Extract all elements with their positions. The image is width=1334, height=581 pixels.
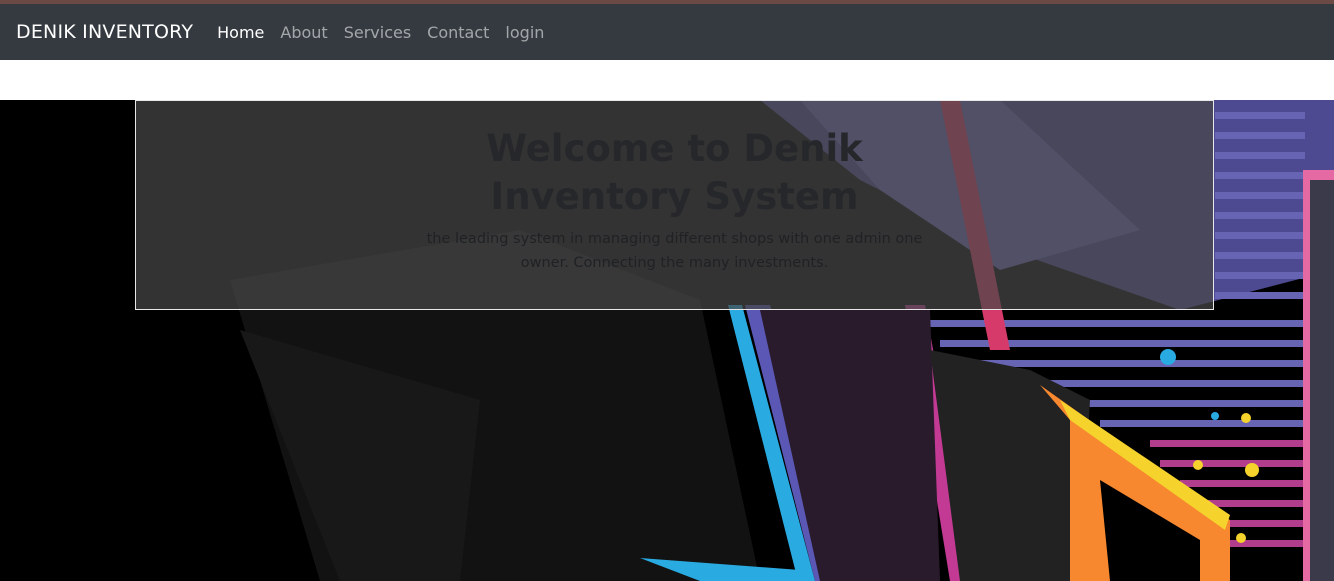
nav-link-home[interactable]: Home [209, 23, 272, 42]
hero-lead-text: the leading system in managing different… [426, 231, 923, 271]
nav-link-login[interactable]: login [497, 23, 552, 42]
navbar-brand[interactable]: DENIK INVENTORY [16, 21, 193, 43]
jumbotron: Welcome to Denik Inventory System the le… [135, 100, 1214, 310]
nav-link-contact[interactable]: Contact [419, 23, 497, 42]
nav-link-about[interactable]: About [272, 23, 335, 42]
nav-link-services[interactable]: Services [336, 23, 419, 42]
hero-title: Welcome to Denik Inventory System [486, 127, 863, 218]
navbar: DENIK INVENTORY Home About Services Cont… [0, 4, 1334, 60]
nav-links: Home About Services Contact login [209, 23, 552, 42]
